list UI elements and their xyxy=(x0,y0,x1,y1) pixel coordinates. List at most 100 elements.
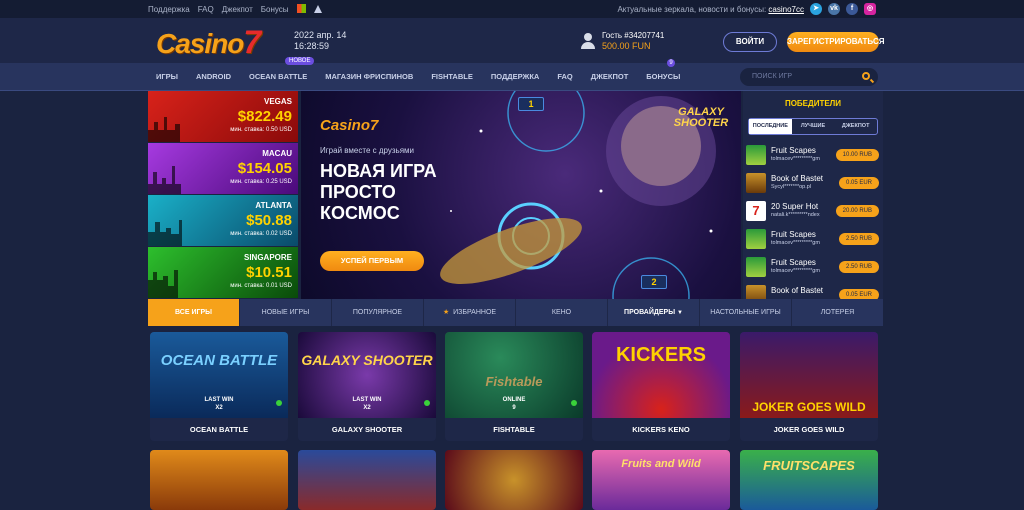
game-name: FISHTABLE xyxy=(493,425,535,434)
promo-banner[interactable]: 1 2 GALAXY SHOOTER Casino7 Играй вместе … xyxy=(301,91,741,299)
tab-best[interactable]: ЛУЧШИЕ xyxy=(792,119,835,134)
mirror-link[interactable]: casino7cc xyxy=(768,5,804,14)
android-icon[interactable] xyxy=(313,5,322,13)
logo-seven: 7 xyxy=(243,24,261,60)
faq-link[interactable]: FAQ xyxy=(198,5,214,14)
vk-icon[interactable]: vk xyxy=(828,3,840,15)
search-icon[interactable] xyxy=(862,72,870,80)
facebook-icon[interactable]: f xyxy=(846,3,858,15)
nav-item-faq[interactable]: FAQ xyxy=(548,63,581,91)
winner-game: Fruit Scapes xyxy=(771,258,816,267)
game-card-joker-goes-wild[interactable]: JOKER GOES WILD JOKER GOES WILD xyxy=(740,332,878,441)
bonus-link[interactable]: Бонусы xyxy=(261,5,289,14)
jackpot-vegas[interactable]: VEGAS $822.49 мин. ставка: 0.50 USD xyxy=(148,91,298,142)
new-badge: НОВОЕ xyxy=(285,57,315,65)
player-two-marker: 2 xyxy=(641,275,667,289)
main-nav: ИГРЫ ANDROID OCEAN BATTLE МАГАЗИН ФРИСПИ… xyxy=(0,57,1024,91)
register-button[interactable]: ЗАРЕГИСТРИРОВАТЬСЯ xyxy=(787,32,884,52)
winner-row[interactable]: Book of Bastet Sycyl*******op.pl 0.05 EU… xyxy=(746,171,883,199)
nav-item-android[interactable]: ANDROID xyxy=(187,63,240,91)
game-name: OCEAN BATTLE xyxy=(189,425,249,434)
tab-keno[interactable]: КЕНО xyxy=(516,299,608,326)
winner-row[interactable]: Book of Bastet 0.05 EUR xyxy=(746,283,883,299)
winner-row[interactable]: Fruit Scapes tolmacev*********gm 2.50 RU… xyxy=(746,227,883,255)
search-placeholder: ПОИСК ИГР xyxy=(752,73,793,80)
jackpot-atlanta[interactable]: ATLANTA $50.88 мин. ставка: 0.02 USD xyxy=(148,195,298,246)
search-input[interactable]: ПОИСК ИГР xyxy=(740,68,878,86)
jackpots-panel: VEGAS $822.49 мин. ставка: 0.50 USD MACA… xyxy=(148,91,298,299)
game-art-title: KICKERS xyxy=(615,344,706,366)
windows-icon[interactable] xyxy=(296,4,306,13)
game-card-ocean-battle[interactable]: OCEAN BATTLE LAST WIN X2 OCEAN BATTLE xyxy=(150,332,288,441)
nav-item-games[interactable]: ИГРЫ xyxy=(156,63,187,91)
game-status: ONLINE 9 xyxy=(445,396,583,412)
skyline-icon xyxy=(148,220,182,246)
tab-new-games[interactable]: НОВЫЕ ИГРЫ xyxy=(240,299,332,326)
winner-row[interactable]: Fruit Scapes tolmacev*********gm 2.50 RU… xyxy=(746,255,883,283)
online-dot-icon xyxy=(276,400,282,406)
caret-down-icon: ▼ xyxy=(677,310,683,316)
game-card-row2[interactable]: Fruits and Wild xyxy=(592,450,730,510)
jackpot-min-bet: мин. ставка: 0.02 USD xyxy=(230,231,292,237)
tab-providers[interactable]: ПРОВАЙДЕРЫ ▼ xyxy=(608,299,700,326)
game-card-row2[interactable] xyxy=(150,450,288,510)
nav-item-ocean-battle[interactable]: OCEAN BATTLE xyxy=(240,63,316,91)
game-card-kickers-keno[interactable]: KICKERS KICKERS KENO xyxy=(592,332,730,441)
game-name: KICKERS KENO xyxy=(632,425,690,434)
game-thumb-icon xyxy=(746,145,766,165)
mirror-info: Актуальные зеркала, новости и бонусы: ca… xyxy=(617,5,804,14)
winner-user: tolmacev*********gm xyxy=(771,268,820,274)
balance: 500.00 FUN xyxy=(602,41,651,51)
game-card-galaxy-shooter[interactable]: GALAXY SHOOTER LAST WIN X2 GALAXY SHOOTER xyxy=(298,332,436,441)
game-status: LAST WIN X2 xyxy=(150,396,288,412)
winner-user: natali.k*********ndex xyxy=(771,212,820,218)
tab-latest[interactable]: ПОСЛЕДНИЕ xyxy=(749,119,792,134)
game-card-row2[interactable]: FRUITSCAPES xyxy=(740,450,878,510)
support-link[interactable]: Поддержка xyxy=(148,5,190,14)
winner-user: Sycyl*******op.pl xyxy=(771,184,812,190)
game-card-row2[interactable] xyxy=(445,450,583,510)
instagram-icon[interactable]: ◎ xyxy=(864,3,876,15)
skyline-icon xyxy=(148,166,181,194)
game-art-title: Fruits and Wild xyxy=(621,458,701,470)
user-info: Гость #34207741 500.00 FUN xyxy=(580,30,664,52)
skyline-icon xyxy=(148,270,178,298)
star-icon: ★ xyxy=(442,309,450,316)
winner-game: 20 Super Hot xyxy=(771,202,819,211)
winner-row[interactable]: Fruit Scapes tolmacev*********gm 10.00 R… xyxy=(746,143,883,171)
nav-item-bonuses[interactable]: БОНУСЫ xyxy=(637,63,689,91)
game-thumb-icon: 7 xyxy=(746,201,766,221)
tab-lottery[interactable]: ЛОТЕРЕЯ xyxy=(792,299,883,326)
status-label: LAST WIN xyxy=(352,397,382,403)
skyline-icon xyxy=(148,117,180,142)
nav-item-fishtable[interactable]: FISHTABLE xyxy=(422,63,482,91)
user-block: Гость #34207741 500.00 FUN xyxy=(602,30,664,52)
login-button[interactable]: ВОЙТИ xyxy=(723,32,777,52)
game-card-fishtable[interactable]: Fishtable ONLINE 9 FISHTABLE xyxy=(445,332,583,441)
status-value: X2 xyxy=(363,405,371,411)
game-card-row2[interactable] xyxy=(298,450,436,510)
tab-favorites[interactable]: ★ ИЗБРАННОЕ xyxy=(424,299,516,326)
jackpot-singapore[interactable]: SINGAPORE $10.51 мин. ставка: 0.01 USD xyxy=(148,247,298,298)
game-name: GALAXY SHOOTER xyxy=(331,425,403,434)
nav-item-support[interactable]: ПОДДЕРЖКА xyxy=(482,63,549,91)
winners-list: Fruit Scapes tolmacev*********gm 10.00 R… xyxy=(743,143,883,299)
jackpot-min-bet: мин. ставка: 0.25 USD xyxy=(230,179,292,185)
banner-cta-button[interactable]: УСПЕЙ ПЕРВЫМ xyxy=(320,251,424,271)
tab-table-games[interactable]: НАСТОЛЬНЫЕ ИГРЫ xyxy=(700,299,792,326)
game-thumb-icon xyxy=(746,285,766,299)
jackpot-min-bet: мин. ставка: 0.50 USD xyxy=(230,127,292,133)
telegram-icon[interactable]: ➤ xyxy=(810,3,822,15)
jackpot-macau[interactable]: MACAU $154.05 мин. ставка: 0.25 USD xyxy=(148,143,298,194)
nav-item-freespin-shop[interactable]: МАГАЗИН ФРИСПИНОВ xyxy=(316,63,422,91)
nav-item-jackpot[interactable]: ДЖЕКПОТ xyxy=(582,63,638,91)
status-label: ONLINE xyxy=(502,397,526,403)
winner-row[interactable]: 7 20 Super Hot natali.k*********ndex 20.… xyxy=(746,199,883,227)
winner-game: Book of Bastet xyxy=(771,286,824,295)
tab-jackpot[interactable]: ДЖЕКПОТ xyxy=(834,119,877,134)
tab-popular[interactable]: ПОПУЛЯРНОЕ xyxy=(332,299,424,326)
tab-all-games[interactable]: ВСЕ ИГРЫ xyxy=(148,299,240,326)
game-thumb-icon xyxy=(746,173,766,193)
casino7-logo[interactable]: Casino7 xyxy=(156,24,261,61)
jackpot-link[interactable]: Джекпот xyxy=(222,5,253,14)
